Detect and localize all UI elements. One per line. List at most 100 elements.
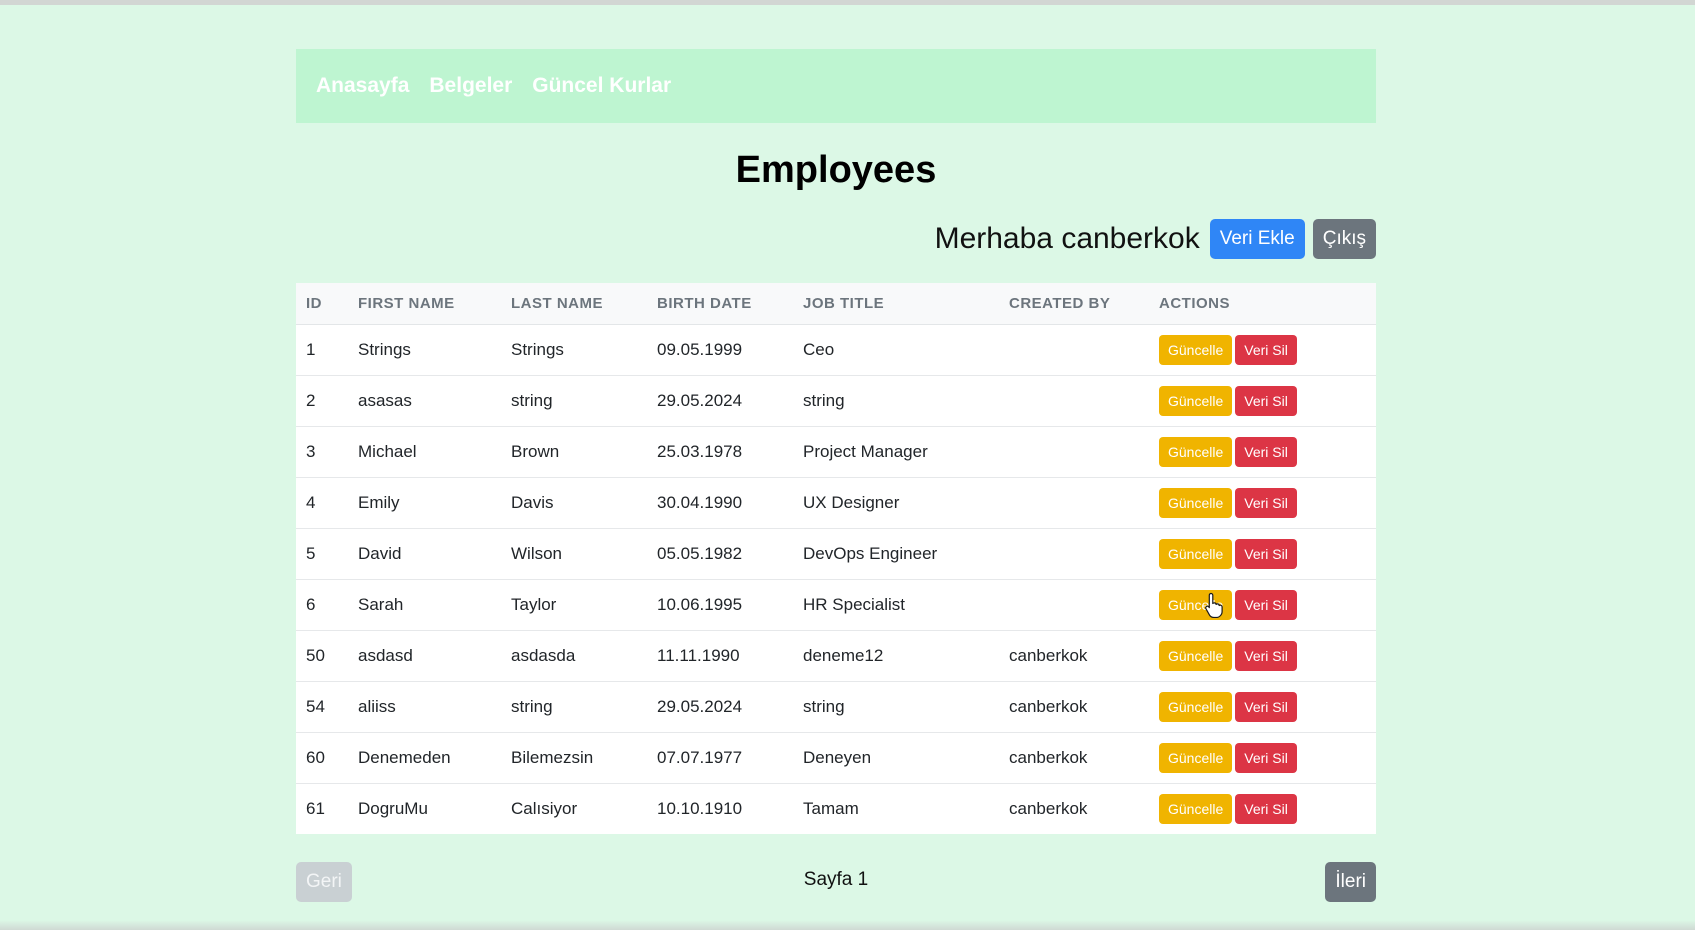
update-button[interactable]: Güncelle [1159, 793, 1233, 824]
delete-button[interactable]: Veri Sil [1235, 691, 1297, 722]
employees-table-container: ID FIRST NAME LAST NAME BIRTH DATE JOB T… [296, 283, 1376, 834]
cell-actions: Güncelle Veri Sil [1149, 477, 1376, 529]
window-top-edge [0, 0, 1695, 5]
cell-last-name: Calısiyor [511, 798, 578, 818]
logout-button[interactable]: Çıkış [1312, 219, 1376, 259]
cell-actions: Güncelle Veri Sil [1149, 579, 1376, 631]
cell-last-name: Brown [501, 426, 647, 478]
cell-job-title: Tamam [803, 798, 859, 818]
cell-birth-date: 11.11.1990 [647, 630, 793, 682]
table-body: 1 Strings Strings 09.05.1999 Ceo Güncell… [296, 324, 1376, 834]
update-button[interactable]: Güncelle [1159, 487, 1233, 518]
cell-created-by [999, 375, 1149, 427]
cell-job-title: DevOps Engineer [793, 528, 999, 580]
cell-actions: Güncelle Veri Sil [1149, 630, 1376, 682]
table-row: 60 Denemeden Bilemezsin 07.07.1977 Deney… [296, 732, 1376, 784]
cell-job-title: Deneyen [793, 732, 999, 784]
cell-first-name: asasas [348, 375, 501, 427]
delete-button[interactable]: Veri Sil [1235, 742, 1297, 773]
cell-created-by: canberkok [999, 732, 1149, 784]
delete-button[interactable]: Veri Sil [1235, 538, 1297, 569]
delete-button[interactable]: Veri Sil [1235, 589, 1297, 620]
table-row: 61 DogruMu Calısiyor 10.10.1910 Tamam ca… [296, 783, 1376, 834]
cell-actions: Güncelle Veri Sil [1149, 324, 1376, 376]
update-button[interactable]: Güncelle [1159, 334, 1233, 365]
cell-created-by: canberkok [999, 630, 1149, 682]
user-bar: Merhaba canberkok Veri Ekle Çıkış [935, 219, 1376, 259]
cell-last-name: string [501, 375, 647, 427]
update-button[interactable]: Güncelle [1159, 691, 1233, 722]
cell-first-name: Emily [348, 477, 501, 529]
cell-last-name: Strings [501, 324, 647, 376]
cell-last-name: string [501, 681, 647, 733]
update-button[interactable]: Güncelle [1159, 640, 1233, 671]
cell-id: 60 [296, 732, 348, 784]
cell-id: 6 [296, 579, 348, 631]
delete-button[interactable]: Veri Sil [1235, 385, 1297, 416]
cell-actions: Güncelle Veri Sil [1149, 426, 1376, 478]
update-button[interactable]: Güncelle [1159, 538, 1233, 569]
cell-first-name: aliiss [348, 681, 501, 733]
delete-button[interactable]: Veri Sil [1235, 793, 1297, 824]
cell-created-by: canberkok [1009, 798, 1088, 818]
cell-first-name: DogruMu [358, 798, 428, 818]
cell-birth-date: 30.04.1990 [647, 477, 793, 529]
cell-actions: Güncelle Veri Sil [1149, 732, 1376, 784]
cell-created-by [999, 324, 1149, 376]
column-header-id: ID [296, 283, 348, 325]
page-indicator: Sayfa 1 [803, 869, 869, 890]
cell-birth-date: 05.05.1982 [647, 528, 793, 580]
delete-button[interactable]: Veri Sil [1235, 334, 1297, 365]
cell-last-name: Bilemezsin [501, 732, 647, 784]
cell-first-name: Strings [348, 324, 501, 376]
cell-created-by [999, 477, 1149, 529]
cell-id: 61 [306, 798, 325, 818]
cell-first-name: Denemeden [348, 732, 501, 784]
cell-last-name: asdasda [501, 630, 647, 682]
column-header-job-title: JOB TITLE [793, 283, 999, 325]
delete-button[interactable]: Veri Sil [1235, 487, 1297, 518]
next-page-button[interactable]: İleri [1325, 862, 1376, 902]
table-row: 50 asdasd asdasda 11.11.1990 deneme12 ca… [296, 630, 1376, 682]
cell-id: 1 [296, 324, 348, 376]
table-row: 1 Strings Strings 09.05.1999 Ceo Güncell… [296, 324, 1376, 376]
cell-birth-date: 07.07.1977 [647, 732, 793, 784]
add-record-button[interactable]: Veri Ekle [1209, 219, 1305, 259]
cell-actions: Güncelle Veri Sil [1149, 375, 1376, 427]
column-header-actions: ACTIONS [1149, 283, 1376, 325]
column-header-first-name: FIRST NAME [348, 283, 501, 325]
table-header-row: ID FIRST NAME LAST NAME BIRTH DATE JOB T… [296, 283, 1376, 325]
cell-created-by [999, 579, 1149, 631]
cell-actions: Güncelle Veri Sil [1149, 528, 1376, 580]
update-button[interactable]: Güncelle [1159, 742, 1233, 773]
table-row: 3 Michael Brown 25.03.1978 Project Manag… [296, 426, 1376, 478]
cell-first-name: Michael [348, 426, 501, 478]
cell-id: 5 [296, 528, 348, 580]
main-container: Anasayfa Belgeler Güncel Kurlar [296, 49, 1376, 123]
table-row: 4 Emily Davis 30.04.1990 UX Designer Gün… [296, 477, 1376, 529]
delete-button[interactable]: Veri Sil [1235, 436, 1297, 467]
column-header-last-name: LAST NAME [501, 283, 647, 325]
cell-id: 2 [296, 375, 348, 427]
cell-actions: Güncelle Veri Sil [1149, 681, 1376, 733]
nav-link-guncel-kurlar[interactable]: Güncel Kurlar [532, 74, 671, 98]
table-row: 5 David Wilson 05.05.1982 DevOps Enginee… [296, 528, 1376, 580]
nav-link-anasayfa[interactable]: Anasayfa [316, 74, 409, 98]
nav-link-belgeler[interactable]: Belgeler [429, 74, 512, 98]
column-header-birth-date: BIRTH DATE [647, 283, 793, 325]
cell-first-name: Sarah [348, 579, 501, 631]
delete-button[interactable]: Veri Sil [1235, 640, 1297, 671]
cell-id: 4 [296, 477, 348, 529]
cell-created-by [999, 426, 1149, 478]
table-row: 2 asasas string 29.05.2024 string Güncel… [296, 375, 1376, 427]
cell-job-title: Project Manager [793, 426, 999, 478]
cell-job-title: UX Designer [793, 477, 999, 529]
page-title: Employees [735, 149, 937, 191]
cell-job-title: HR Specialist [793, 579, 999, 631]
cell-job-title: string [793, 681, 999, 733]
cell-id: 3 [296, 426, 348, 478]
cell-job-title: Ceo [793, 324, 999, 376]
update-button[interactable]: Güncelle [1159, 385, 1233, 416]
update-button[interactable]: Güncelle [1159, 436, 1233, 467]
cell-birth-date: 10.10.1910 [657, 798, 743, 818]
